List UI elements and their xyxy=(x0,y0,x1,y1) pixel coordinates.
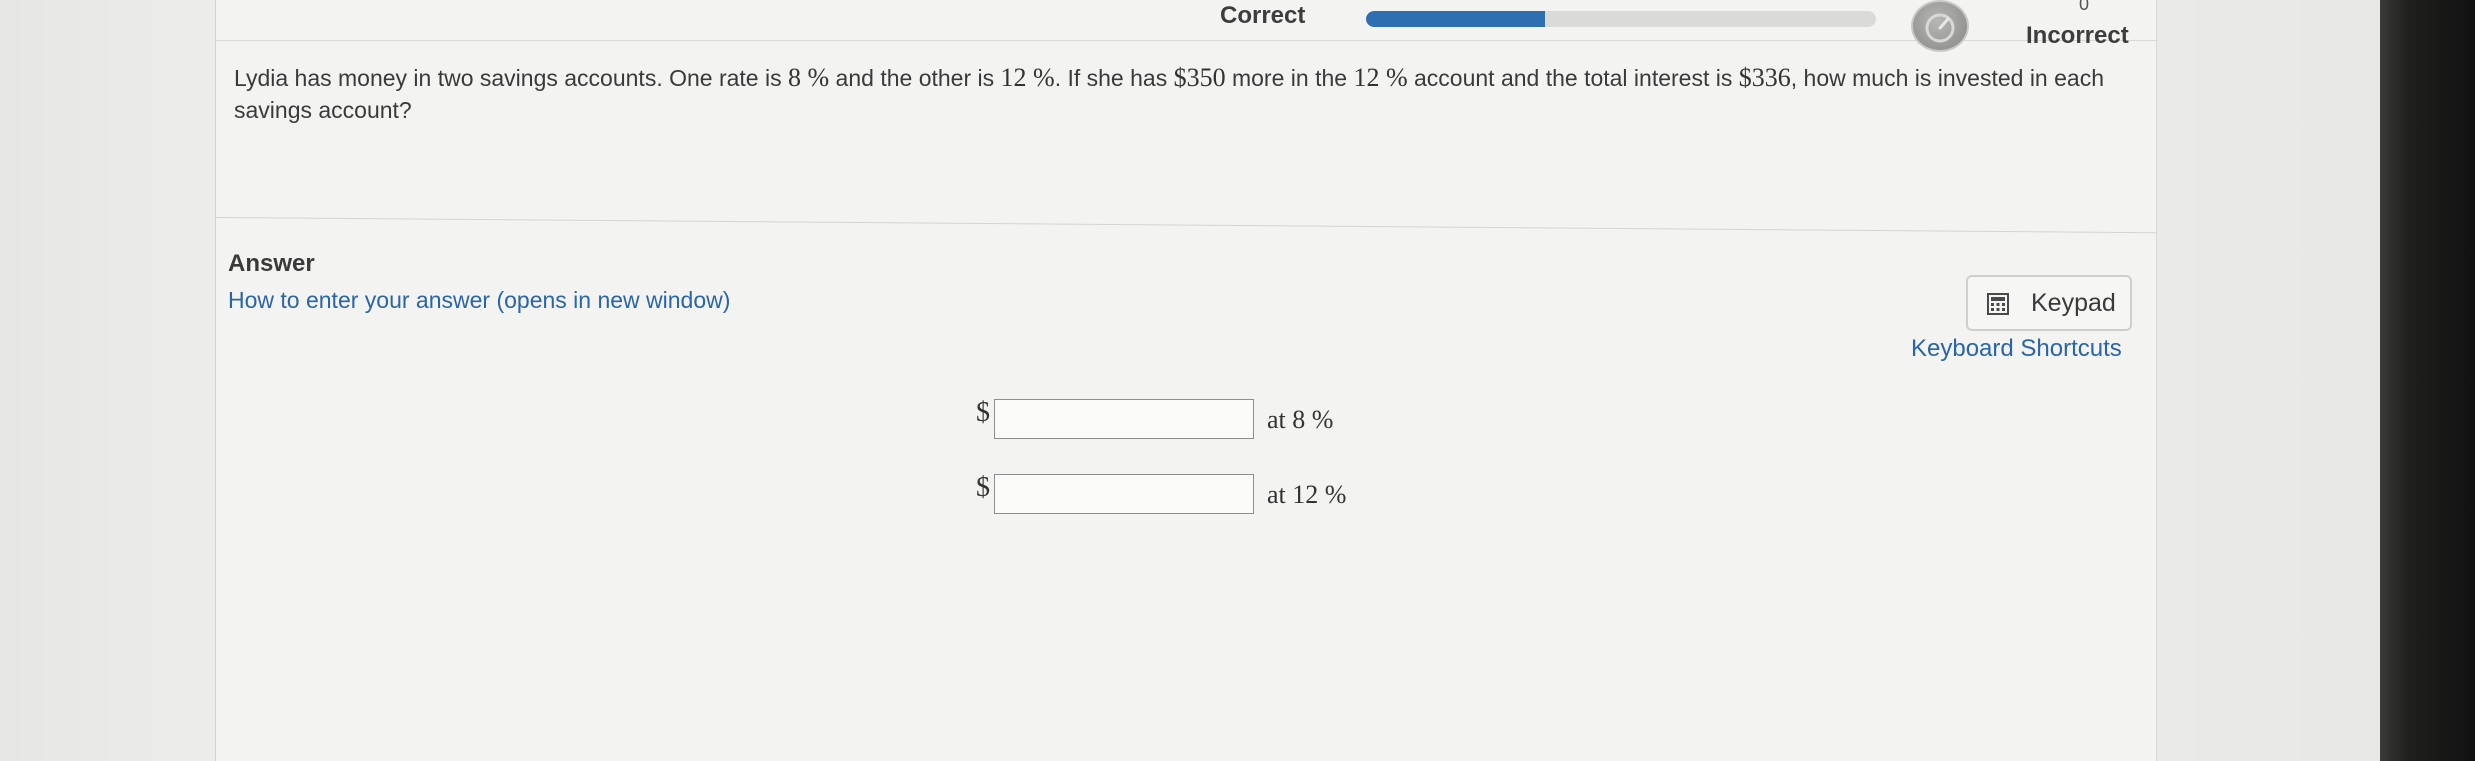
question-text-part: and the other is xyxy=(829,65,1001,91)
monitor-bezel xyxy=(2380,0,2475,761)
rate-label-12-percent: at 12 % xyxy=(1267,480,1347,509)
amount-more: $350 xyxy=(1173,63,1226,92)
keypad-button[interactable]: Keypad xyxy=(1966,275,2132,331)
question-text: Lydia has money in two savings accounts.… xyxy=(234,62,2144,126)
correct-label: Correct xyxy=(1220,2,1306,29)
incorrect-count: 0 xyxy=(2079,0,2090,14)
dollar-sign: $ xyxy=(976,472,990,503)
screen: Correct 0 Incorrect Lydia has money in t… xyxy=(0,0,2380,761)
divider xyxy=(215,217,2156,234)
progress-fill xyxy=(1366,11,1545,27)
rate-12-percent: 12 % xyxy=(1000,63,1055,92)
question-text-part: . If she has xyxy=(1054,65,1174,91)
incorrect-label: Incorrect xyxy=(2026,22,2129,49)
amount-at-12-percent-input[interactable] xyxy=(994,474,1254,514)
total-interest: $336 xyxy=(1738,63,1791,92)
answer-heading: Answer xyxy=(228,250,315,277)
keyboard-shortcuts-link[interactable]: Keyboard Shortcuts xyxy=(1911,335,2122,363)
question-text-part: more in the xyxy=(1225,65,1354,91)
progress-bar xyxy=(1366,11,1876,27)
rate-8-percent: 8 % xyxy=(788,63,830,92)
keypad-icon xyxy=(1987,293,2009,320)
dollar-sign: $ xyxy=(976,397,990,428)
keypad-label: Keypad xyxy=(2031,289,2116,317)
question-text-part: Lydia has money in two savings accounts.… xyxy=(234,65,788,91)
how-to-enter-answer-link[interactable]: How to enter your answer (opens in new w… xyxy=(228,287,730,314)
rate-12-percent-repeat: 12 % xyxy=(1353,63,1408,92)
question-card: Correct 0 Incorrect Lydia has money in t… xyxy=(215,0,2157,761)
gauge-icon[interactable] xyxy=(1911,0,1969,52)
question-text-part: account and the total interest is xyxy=(1407,65,1739,91)
amount-at-8-percent-input[interactable] xyxy=(994,399,1254,439)
rate-label-8-percent: at 8 % xyxy=(1267,405,1334,434)
progress-header: Correct 0 Incorrect xyxy=(216,0,2156,52)
